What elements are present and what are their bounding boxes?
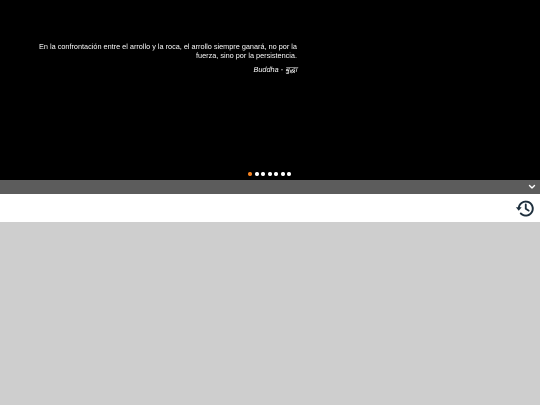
page: En la confrontación entre el arrollo y l… [0, 0, 540, 405]
carousel-dot[interactable] [280, 172, 285, 176]
carousel-dot[interactable] [248, 172, 252, 176]
collapse-bar[interactable] [0, 180, 540, 194]
chevron-down-icon[interactable] [527, 182, 537, 192]
carousel-pagination [248, 172, 291, 176]
carousel-dot[interactable] [274, 172, 278, 176]
carousel-dot[interactable] [267, 172, 272, 176]
toolbar [0, 194, 540, 222]
history-icon[interactable] [515, 198, 536, 219]
quote-block: En la confrontación entre el arrollo y l… [26, 42, 297, 74]
quote-author: Buddha - बुद्धा [253, 64, 297, 74]
quote-slider: En la confrontación entre el arrollo y l… [0, 0, 540, 180]
carousel-dot[interactable] [287, 172, 291, 176]
content-area [0, 222, 540, 405]
carousel-dot[interactable] [261, 172, 265, 176]
quote-text: En la confrontación entre el arrollo y l… [39, 42, 297, 61]
carousel-dot[interactable] [254, 172, 259, 176]
